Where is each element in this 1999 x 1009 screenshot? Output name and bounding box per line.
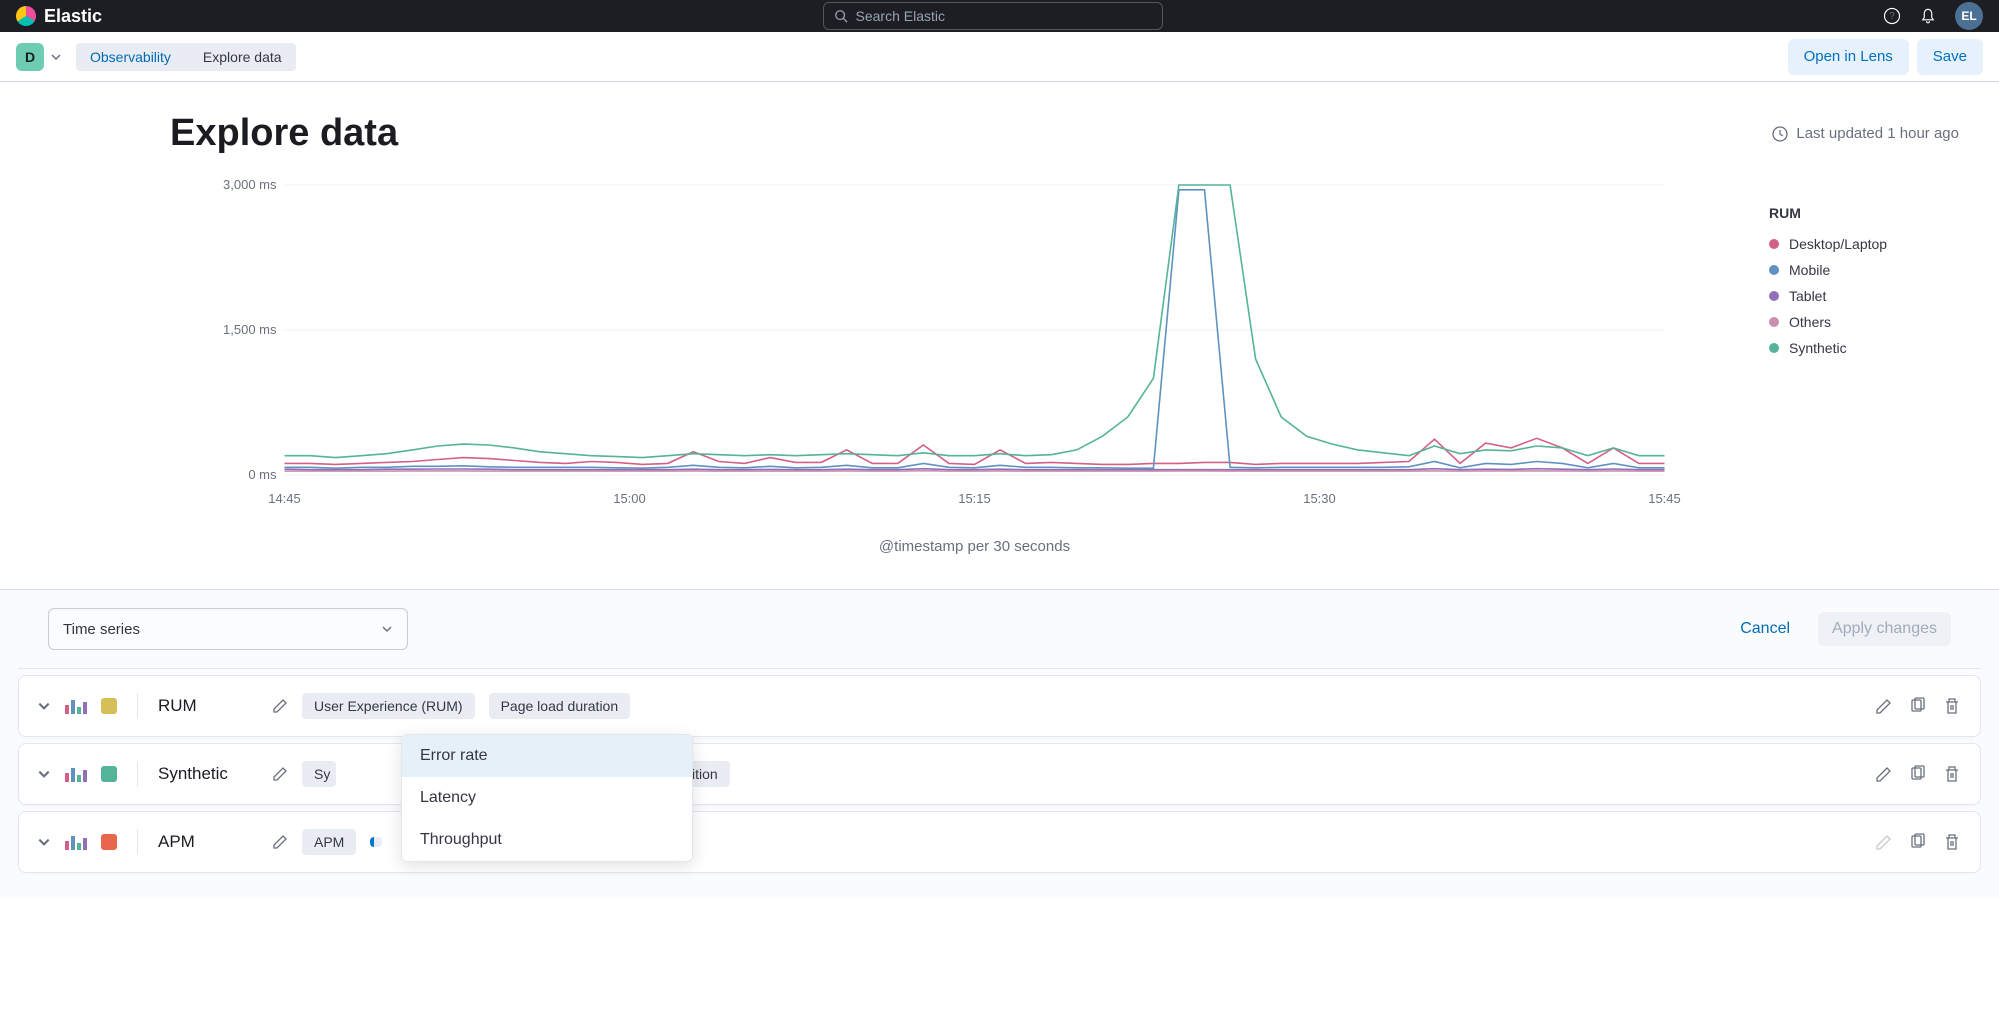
series-tag[interactable]: User Experience (RUM) — [302, 693, 475, 719]
legend-title: RUM — [1769, 205, 1959, 221]
svg-text:15:15: 15:15 — [958, 491, 991, 506]
series-config-panel: Time series Cancel Apply changes RUM Use… — [0, 589, 1999, 897]
chevron-down-icon[interactable] — [37, 767, 51, 781]
search-placeholder: Search Elastic — [856, 8, 945, 24]
chevron-down-icon[interactable] — [37, 835, 51, 849]
dropdown-item-latency[interactable]: Latency — [402, 777, 692, 819]
copy-icon[interactable] — [1908, 832, 1928, 852]
trash-icon[interactable] — [1942, 832, 1962, 852]
chart-type-icon[interactable] — [65, 698, 87, 714]
edit-icon[interactable] — [1874, 764, 1894, 784]
chart-type-select[interactable]: Time series — [48, 608, 408, 650]
notifications-icon[interactable] — [1919, 7, 1937, 25]
trash-icon[interactable] — [1942, 764, 1962, 784]
svg-text:14:45: 14:45 — [268, 491, 301, 506]
svg-text:15:00: 15:00 — [613, 491, 646, 506]
svg-text:0 ms: 0 ms — [248, 467, 277, 482]
chevron-down-icon[interactable] — [50, 51, 62, 63]
breadcrumb-bar: D Observability Explore data Open in Len… — [0, 32, 1999, 82]
dropdown-item-error-rate[interactable]: Error rate — [402, 735, 692, 777]
legend-item[interactable]: Mobile — [1769, 257, 1959, 283]
legend-swatch — [1769, 291, 1779, 301]
svg-text:3,000 ms: 3,000 ms — [223, 177, 277, 192]
clock-icon — [1772, 126, 1788, 142]
chart-type-icon[interactable] — [65, 766, 87, 782]
dropdown-item-throughput[interactable]: Throughput — [402, 819, 692, 861]
chevron-down-icon — [381, 623, 393, 635]
chart-legend: RUM Desktop/Laptop Mobile Tablet Others Synt… — [1719, 175, 1959, 555]
edit-icon[interactable] — [1874, 696, 1894, 716]
series-color-swatch[interactable] — [101, 834, 117, 850]
space-selector-badge[interactable]: D — [16, 43, 44, 71]
apply-changes-button: Apply changes — [1818, 612, 1951, 646]
svg-text:?: ? — [1889, 11, 1895, 22]
legend-swatch — [1769, 343, 1779, 353]
series-tag[interactable]: Page load duration — [489, 693, 631, 719]
series-tag[interactable]: Sy — [302, 761, 336, 787]
brand-logo[interactable]: Elastic — [16, 6, 102, 27]
svg-text:1,500 ms: 1,500 ms — [223, 322, 277, 337]
legend-item[interactable]: Tablet — [1769, 283, 1959, 309]
x-axis-label: @timestamp per 30 seconds — [170, 538, 1719, 555]
legend-label: Synthetic — [1789, 340, 1847, 356]
series-name: RUM — [158, 696, 258, 716]
svg-text:15:45: 15:45 — [1648, 491, 1681, 506]
series-color-swatch[interactable] — [101, 766, 117, 782]
legend-label: Tablet — [1789, 288, 1826, 304]
legend-swatch — [1769, 239, 1779, 249]
help-icon[interactable]: ? — [1883, 7, 1901, 25]
series-name: APM — [158, 832, 258, 852]
metric-dropdown-menu: Error rate Latency Throughput — [401, 734, 693, 862]
search-icon — [834, 9, 848, 23]
breadcrumb: Observability Explore data — [76, 43, 296, 71]
page-title: Explore data — [170, 112, 398, 155]
legend-item[interactable]: Others — [1769, 309, 1959, 335]
top-nav-bar: Elastic Search Elastic ? EL — [0, 0, 1999, 32]
chevron-down-icon[interactable] — [37, 699, 51, 713]
legend-label: Others — [1789, 314, 1831, 330]
breadcrumb-item-observability[interactable]: Observability — [76, 43, 185, 71]
legend-label: Desktop/Laptop — [1789, 236, 1887, 252]
breadcrumb-item-explore-data: Explore data — [185, 43, 296, 71]
save-button[interactable]: Save — [1917, 39, 1983, 75]
trash-icon[interactable] — [1942, 696, 1962, 716]
series-row-synthetic: Synthetic Sy Error rate Latency Throughp… — [18, 743, 1981, 805]
legend-swatch — [1769, 265, 1779, 275]
brand-name: Elastic — [44, 6, 102, 27]
copy-icon[interactable] — [1908, 696, 1928, 716]
edit-icon[interactable] — [272, 834, 288, 850]
edit-icon[interactable] — [272, 698, 288, 714]
global-search-input[interactable]: Search Elastic — [823, 2, 1163, 30]
series-name: Synthetic — [158, 764, 258, 784]
edit-icon[interactable] — [272, 766, 288, 782]
legend-item[interactable]: Synthetic — [1769, 335, 1959, 361]
cancel-button[interactable]: Cancel — [1726, 612, 1804, 646]
elastic-logo-icon — [16, 6, 36, 26]
legend-swatch — [1769, 317, 1779, 327]
legend-label: Mobile — [1789, 262, 1830, 278]
open-in-lens-button[interactable]: Open in Lens — [1788, 39, 1909, 75]
series-tag[interactable]: APM — [302, 829, 356, 855]
legend-item[interactable]: Desktop/Laptop — [1769, 231, 1959, 257]
chart-type-icon[interactable] — [65, 834, 87, 850]
time-series-chart[interactable]: 0 ms 1,500 ms 3,000 ms 14:45 15:00 15:15 15:30… — [170, 175, 1719, 515]
last-updated: Last updated 1 hour ago — [1772, 125, 1959, 142]
series-metric-select[interactable] — [370, 837, 382, 847]
copy-icon[interactable] — [1908, 764, 1928, 784]
series-row-apm: APM APM — [18, 811, 1981, 873]
svg-text:15:30: 15:30 — [1303, 491, 1336, 506]
series-color-swatch[interactable] — [101, 698, 117, 714]
edit-icon — [1874, 832, 1894, 852]
series-row-rum: RUM User Experience (RUM) Page load dura… — [18, 675, 1981, 737]
user-avatar[interactable]: EL — [1955, 2, 1983, 30]
